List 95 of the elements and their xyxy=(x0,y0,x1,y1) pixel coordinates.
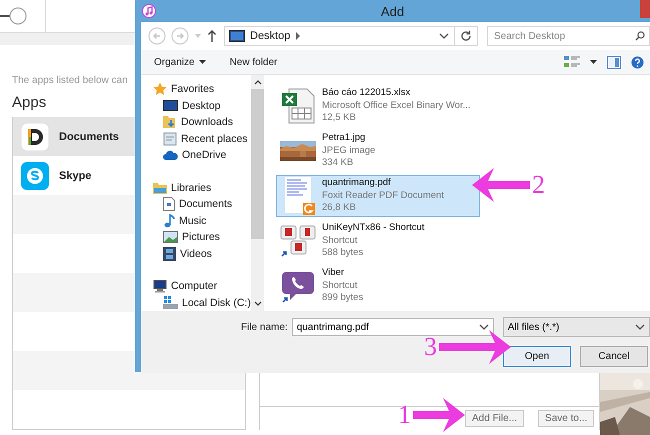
document-icon xyxy=(163,197,175,212)
documents-app-icon xyxy=(21,122,49,150)
arrow-left-icon xyxy=(472,168,530,202)
step-number: 3 xyxy=(424,334,437,360)
file-size: 26,8 KB xyxy=(322,202,357,215)
spreadsheet-file-icon xyxy=(281,88,315,124)
app-name: Skype xyxy=(59,170,92,182)
file-size: 899 bytes xyxy=(322,292,364,305)
chevron-down-icon[interactable] xyxy=(439,32,449,40)
app-name: Documents xyxy=(59,130,119,142)
file-type: Shortcut xyxy=(322,280,358,292)
file-item[interactable]: Petra1.jpg JPEG image 334 KB xyxy=(276,130,480,172)
drive-icon xyxy=(163,296,178,310)
nav-group-label: Libraries xyxy=(171,182,212,194)
file-name-label: File name: xyxy=(241,322,288,332)
star-icon xyxy=(153,82,167,96)
save-to-button[interactable]: Save to... xyxy=(538,410,594,427)
file-name: UniKeyNTx86 - Shortcut xyxy=(322,222,424,235)
desktop-icon xyxy=(229,30,245,42)
file-size: 588 bytes xyxy=(322,247,364,260)
refresh-icon[interactable] xyxy=(460,30,472,42)
nav-item[interactable]: Videos xyxy=(153,246,251,262)
file-item[interactable]: quantrimang.pdf Foxit Reader PDF Document 26,8 KB xyxy=(276,175,480,217)
nav-item-label: Recent places xyxy=(181,132,248,145)
folder-icon xyxy=(153,182,167,194)
organize-button[interactable]: Organize xyxy=(151,54,209,70)
preview-pane-icon[interactable] xyxy=(607,56,621,68)
recent-places-icon xyxy=(163,132,177,146)
help-icon[interactable] xyxy=(631,56,644,68)
open-button[interactable]: Open xyxy=(503,346,571,367)
nav-item-label: Downloads xyxy=(181,116,233,128)
music-note-icon xyxy=(163,214,175,228)
caret-icon[interactable] xyxy=(590,60,597,64)
music-note-icon xyxy=(142,4,156,18)
step-number: 1 xyxy=(398,402,411,428)
nav-item[interactable]: Music xyxy=(153,212,251,229)
skype-app-icon xyxy=(21,162,49,190)
step-number: 2 xyxy=(532,172,545,198)
nav-item-label: Music xyxy=(179,214,206,227)
file-name: quantrimang.pdf xyxy=(322,177,392,190)
caret-icon xyxy=(198,60,206,64)
file-item[interactable]: Viber Shortcut 899 bytes xyxy=(276,265,480,307)
file-name: Viber xyxy=(322,267,346,280)
cloud-icon xyxy=(163,150,178,160)
up-arrow-icon[interactable] xyxy=(207,29,217,43)
arrow-right-icon xyxy=(439,330,511,364)
file-type: Foxit Reader PDF Document xyxy=(322,190,444,202)
nav-item[interactable]: Desktop xyxy=(153,98,251,114)
window-title: Add xyxy=(380,4,406,18)
file-item[interactable]: UniKeyNTx86 - Shortcut Shortcut 588 bytes xyxy=(276,220,480,262)
file-type: Microsoft Office Excel Binary Wor... xyxy=(322,100,471,112)
intro-text: The apps listed below can xyxy=(12,75,128,86)
cancel-button[interactable]: Cancel xyxy=(580,346,648,367)
chevron-down-icon[interactable] xyxy=(478,323,489,331)
nav-group-item[interactable]: Favorites xyxy=(153,81,251,98)
pictures-icon xyxy=(163,231,178,244)
nav-item-label: Documents xyxy=(179,198,232,210)
computer-icon xyxy=(153,280,167,293)
file-item[interactable]: Báo cáo 122015.xlsx Microsoft Office Excel Binary Wor... 12,5 KB xyxy=(276,85,480,127)
arrow-right-icon xyxy=(413,398,465,432)
file-size: 334 KB xyxy=(322,157,354,170)
file-type: JPEG image xyxy=(322,144,376,158)
apps-heading: Apps xyxy=(12,94,46,111)
nav-item-label: Desktop xyxy=(182,100,221,112)
nav-group-label: Computer xyxy=(171,280,218,292)
add-file-button[interactable]: Add File... xyxy=(465,410,524,427)
nav-group-label: Favorites xyxy=(171,83,214,96)
nav-item[interactable]: Local Disk (C:) xyxy=(153,294,251,311)
file-name: Petra1.jpg xyxy=(322,132,366,145)
nav-item-label: Local Disk (C:) xyxy=(182,296,251,309)
search-field[interactable]: Search Desktop xyxy=(487,26,650,46)
file-type: Shortcut xyxy=(322,234,358,248)
nav-item[interactable]: Documents xyxy=(153,196,251,212)
nav-item-label: Videos xyxy=(180,248,212,260)
film-icon xyxy=(163,246,176,261)
chevron-down-icon[interactable] xyxy=(635,323,645,331)
address-bar[interactable]: Desktop xyxy=(224,26,478,46)
breadcrumb-arrow-icon xyxy=(295,32,302,40)
file-size: 12,5 KB xyxy=(322,112,357,125)
folder-download-icon xyxy=(163,115,177,130)
scroll-up-icon[interactable] xyxy=(254,79,262,85)
new-folder-button[interactable]: New folder xyxy=(226,54,280,70)
nav-item[interactable]: Pictures xyxy=(153,229,251,246)
scrollbar[interactable] xyxy=(251,75,264,311)
view-options-icon[interactable] xyxy=(564,55,580,69)
desktop-icon xyxy=(163,100,178,112)
nav-item-label: Pictures xyxy=(182,231,220,244)
file-name-field[interactable]: quantrimang.pdf xyxy=(292,318,494,336)
keyboard-keys-icon xyxy=(279,224,317,258)
nav-group-item[interactable]: Libraries xyxy=(153,180,251,196)
search-icon xyxy=(635,31,645,41)
scroll-down-icon[interactable] xyxy=(254,301,262,307)
file-name: Báo cáo 122015.xlsx xyxy=(322,87,412,100)
nav-group-item[interactable]: Computer xyxy=(153,278,251,294)
file-type-dropdown[interactable]: All files (*.*) xyxy=(502,317,650,337)
